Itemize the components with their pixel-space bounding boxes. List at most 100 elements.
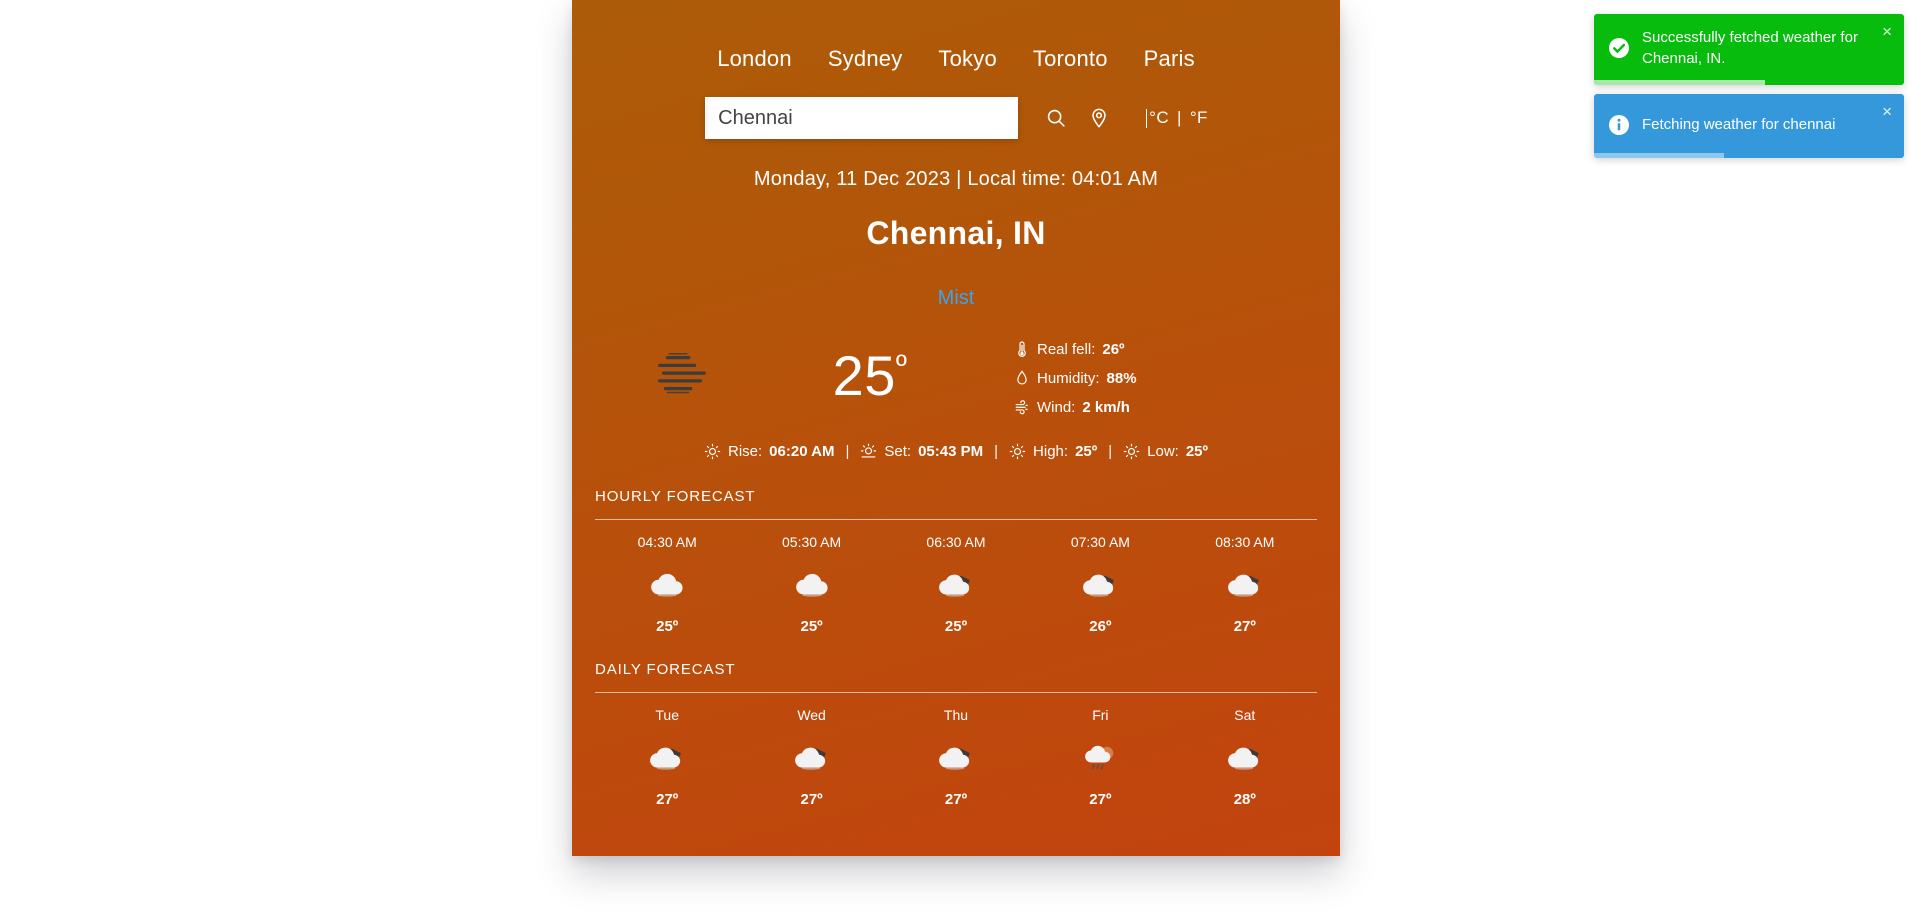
stat-wind-label: Wind: [1037, 398, 1076, 416]
hourly-temp: 25º [656, 618, 679, 635]
stat-real-feel-label: Real fell: [1037, 340, 1096, 358]
sun-separator-3: | [1108, 443, 1113, 460]
thermometer-icon [1018, 341, 1026, 357]
unit-separator: | [1177, 108, 1182, 127]
daily-forecast-section: DAILY FORECAST Tue 27º Wed 27º Thu 27º F… [572, 661, 1340, 808]
hourly-temp: 25º [800, 618, 823, 635]
daily-temp: 27º [944, 791, 968, 808]
sun-info-row: Rise: 06:20 AM | Set: 05:43 PM | High: 2… [572, 443, 1340, 460]
sun-separator-1: | [845, 443, 850, 460]
stat-real-feel-value: 26º [1102, 340, 1125, 358]
current-temperature-container: 25º [770, 348, 970, 404]
mist-icon [658, 352, 706, 394]
city-nav-link-sydney[interactable]: Sydney [828, 46, 903, 72]
page-title: Chennai, IN [866, 215, 1046, 251]
sun-behind-cloud-icon [794, 747, 826, 770]
wind-icon [1015, 400, 1028, 415]
daily-day: Thu [943, 707, 969, 723]
hourly-temp: 25º [944, 618, 968, 635]
toast-stack: Successfully fetched weather for Chennai… [1594, 14, 1904, 158]
hourly-time: 08:30 AM [1215, 534, 1275, 550]
toast-success[interactable]: Successfully fetched weather for Chennai… [1594, 14, 1904, 85]
high-temp-item: High: 25º [1009, 443, 1097, 460]
search-input[interactable] [705, 97, 1019, 139]
hourly-forecast-section: HOURLY FORECAST 04:30 AM 25º 05:30 AM 25… [572, 488, 1340, 635]
high-temp-label: High: [1033, 443, 1069, 460]
unit-toggle: °C | °F [1146, 108, 1209, 128]
sunrise-icon [704, 443, 721, 460]
daily-forecast-item: Thu 27º [884, 707, 1028, 808]
location-pin-icon [1092, 108, 1106, 128]
city-nav: London Sydney Tokyo Toronto Paris [572, 0, 1340, 72]
hourly-temp: 27º [1233, 618, 1256, 635]
search-row: °C | °F [572, 97, 1340, 139]
stat-humidity: Humidity: 88% [1014, 369, 1310, 387]
hourly-temp: 26º [1089, 618, 1112, 635]
app-root: London Sydney Tokyo Toronto Paris Chenna… [0, 0, 1916, 915]
current-temperature-value: 25 [832, 344, 896, 407]
toast-success-close-icon[interactable]: × [1879, 21, 1895, 42]
daily-forecast-item: Tue 27º [595, 707, 739, 808]
current-stats-list: Real fell: 26º Humidity: 88% Wind: 2 km/… [970, 336, 1310, 416]
unit-fahrenheit[interactable]: °F [1189, 108, 1209, 128]
toast-info[interactable]: Fetching weather for chennai × [1594, 93, 1904, 158]
date-time-line: Monday, 11 Dec 2023 | Local time: 04:01 … [753, 168, 1159, 190]
daily-temp: 27º [800, 791, 823, 808]
cloud-icon [795, 573, 828, 597]
sun-behind-cloud-icon [650, 747, 682, 770]
weather-card: London Sydney Tokyo Toronto Paris Chenna… [572, 0, 1340, 856]
hourly-forecast-title: HOURLY FORECAST [595, 488, 1317, 520]
city-nav-link-tokyo[interactable]: Tokyo [938, 46, 996, 72]
search-button[interactable] [1039, 101, 1073, 135]
condition-icon-container [590, 348, 770, 404]
daily-temp: 27º [656, 791, 679, 808]
sunset-icon [861, 443, 877, 458]
toast-success-message: Successfully fetched weather for Chennai… [1642, 29, 1858, 68]
stat-humidity-label: Humidity: [1037, 369, 1100, 387]
hourly-forecast-item: 06:30 AM 25º [884, 534, 1028, 635]
sun-behind-cloud-icon [939, 574, 970, 597]
daily-forecast-grid: Tue 27º Wed 27º Thu 27º Fri 27º Sat 28º [595, 707, 1317, 808]
sun-behind-cloud-icon [1227, 574, 1259, 597]
daily-day: Tue [655, 707, 679, 723]
cloud-icon [651, 573, 683, 597]
check-circle-icon [1609, 38, 1629, 59]
hourly-forecast-item: 05:30 AM 25º [739, 534, 883, 635]
text-caret [1146, 108, 1148, 128]
sun-high-icon [1009, 443, 1026, 460]
toast-info-message: Fetching weather for chennai [1642, 115, 1836, 133]
info-circle-icon [1609, 114, 1629, 135]
sunrise-item: Rise: 06:20 AM [704, 443, 835, 460]
weather-condition-text: Mist [937, 287, 975, 309]
hourly-time: 04:30 AM [637, 534, 697, 550]
daily-day: Fri [1092, 707, 1109, 723]
daily-forecast-item: Fri 27º [1028, 707, 1172, 808]
hourly-time: 06:30 AM [926, 534, 986, 550]
unit-celsius[interactable]: °C [1148, 108, 1170, 128]
daily-forecast-item: Wed 27º [739, 707, 883, 808]
geolocate-button[interactable] [1082, 101, 1116, 135]
city-nav-link-toronto[interactable]: Toronto [1033, 46, 1108, 72]
city-nav-link-paris[interactable]: Paris [1144, 46, 1195, 72]
toast-info-close-icon[interactable]: × [1879, 101, 1895, 122]
stat-wind: Wind: 2 km/h [1014, 398, 1310, 416]
hourly-forecast-grid: 04:30 AM 25º 05:30 AM 25º 06:30 AM 25º 0… [595, 534, 1317, 635]
city-nav-link-london[interactable]: London [717, 46, 792, 72]
search-icon [1047, 109, 1065, 127]
sunrise-value: 06:20 AM [769, 443, 835, 460]
humidity-drop-icon [1017, 370, 1027, 385]
sunset-value: 05:43 PM [918, 443, 984, 460]
sunrise-label: Rise: [727, 443, 763, 460]
sun-separator-2: | [994, 443, 999, 460]
stat-real-feel: Real fell: 26º [1014, 340, 1310, 358]
stat-humidity-value: 88% [1106, 369, 1137, 387]
sun-behind-cloud-icon [1083, 574, 1115, 597]
sun-low-icon [1123, 443, 1140, 460]
low-temp-value: 25º [1185, 443, 1208, 460]
low-temp-item: Low: 25º [1123, 443, 1208, 460]
current-temperature-unit: º [895, 349, 908, 383]
low-temp-label: Low: [1147, 443, 1179, 460]
sun-behind-cloud-icon [939, 747, 970, 770]
daily-temp: 28º [1233, 791, 1256, 808]
toast-info-progress [1594, 152, 1725, 158]
